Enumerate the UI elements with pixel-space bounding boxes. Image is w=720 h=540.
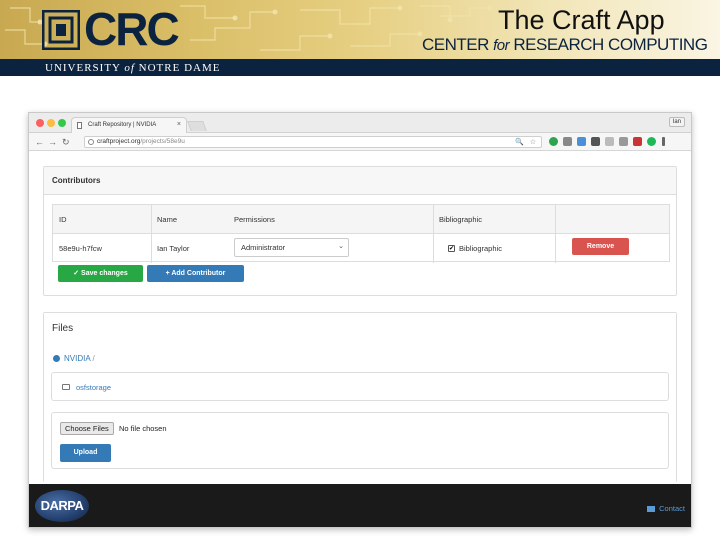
upload-box: Choose Files No file chosen Upload bbox=[51, 412, 669, 469]
column-header-permissions: Permissions bbox=[234, 215, 275, 224]
browser-titlebar: Craft Repository | NVIDIA × Ian bbox=[29, 113, 691, 133]
page-footer: DARPA Contact bbox=[29, 484, 691, 527]
bibliographic-checkbox[interactable]: ✔ bbox=[448, 245, 455, 252]
envelope-icon bbox=[647, 505, 656, 512]
contributor-id: 58e9u-h7fcw bbox=[59, 244, 102, 253]
bookmark-star-icon[interactable]: 🔍 ☆ bbox=[515, 138, 538, 146]
minimize-window-icon[interactable] bbox=[47, 119, 55, 127]
back-icon[interactable]: ← bbox=[35, 136, 44, 148]
chevron-down-icon: ⌄ bbox=[338, 243, 344, 250]
extension-evernote-icon[interactable] bbox=[647, 137, 656, 146]
slide-banner: CRC CENTER for RESEARCH COMPUTING The Cr… bbox=[0, 0, 720, 76]
address-bar[interactable]: craftproject.org/projects/58e9u 🔍 ☆ bbox=[84, 136, 542, 148]
url-host: craftproject.org bbox=[97, 138, 141, 145]
forward-icon[interactable]: → bbox=[48, 136, 57, 148]
add-contributor-button[interactable]: + Add Contributor bbox=[147, 265, 244, 282]
url-path: /projects/58e9u bbox=[140, 138, 185, 145]
extension-red-icon[interactable] bbox=[633, 137, 642, 146]
contact-link[interactable]: Contact bbox=[647, 504, 685, 513]
column-divider bbox=[151, 205, 152, 263]
column-header-name: Name bbox=[157, 215, 178, 224]
bibliographic-label: Bibliographic bbox=[459, 244, 502, 253]
hard-drive-icon bbox=[62, 384, 70, 390]
browser-tab[interactable]: Craft Repository | NVIDIA × bbox=[71, 117, 187, 133]
contributors-panel: Contributors ID Name Permissions Bibliog… bbox=[43, 166, 677, 296]
extension-shield-icon[interactable] bbox=[563, 137, 572, 146]
browser-window: Craft Repository | NVIDIA × Ian ← → ↻ cr… bbox=[28, 112, 692, 528]
university-name: UNIVERSITY of NOTRE DAME bbox=[45, 62, 221, 74]
upload-button[interactable]: Upload bbox=[60, 444, 111, 462]
column-divider bbox=[555, 205, 556, 263]
no-file-label: No file chosen bbox=[119, 424, 167, 433]
crc-logo-icon bbox=[42, 10, 80, 50]
extension-grey-icon[interactable] bbox=[605, 137, 614, 146]
darpa-logo: DARPA bbox=[35, 490, 89, 522]
contributors-table: ID Name Permissions Bibliographic 58e9u-… bbox=[52, 204, 670, 263]
breadcrumb-project-link[interactable]: NVIDIA bbox=[64, 354, 90, 363]
tab-title: Craft Repository | NVIDIA bbox=[88, 122, 157, 128]
save-changes-button[interactable]: ✓ Save changes bbox=[58, 265, 143, 282]
page-content: Contributors ID Name Permissions Bibliog… bbox=[29, 152, 691, 484]
contributor-name: Ian Taylor bbox=[157, 244, 190, 253]
files-heading: Files bbox=[44, 313, 676, 343]
column-header-id: ID bbox=[59, 215, 67, 224]
crc-wordmark: CRC bbox=[84, 3, 180, 55]
storage-name[interactable]: osfstorage bbox=[76, 383, 111, 392]
menu-icon[interactable] bbox=[662, 137, 665, 146]
globe-icon bbox=[53, 355, 60, 362]
column-divider bbox=[433, 205, 434, 263]
profile-button[interactable]: Ian bbox=[668, 117, 685, 127]
extension-blue-icon[interactable] bbox=[577, 137, 586, 146]
storage-row[interactable]: osfstorage bbox=[51, 372, 669, 401]
new-tab-button[interactable] bbox=[187, 121, 207, 131]
permissions-value: Administrator bbox=[241, 243, 286, 252]
maximize-window-icon[interactable] bbox=[58, 119, 66, 127]
reload-icon[interactable]: ↻ bbox=[62, 136, 70, 148]
extension-pocket-icon[interactable] bbox=[619, 137, 628, 146]
table-header bbox=[53, 205, 669, 234]
column-header-bibliographic: Bibliographic bbox=[439, 215, 482, 224]
extension-green-icon[interactable] bbox=[549, 137, 558, 146]
permissions-select[interactable]: Administrator ⌄ bbox=[234, 238, 349, 257]
center-name: CENTER for RESEARCH COMPUTING bbox=[422, 35, 708, 54]
site-info-icon[interactable] bbox=[88, 139, 94, 145]
contributors-heading: Contributors bbox=[44, 167, 676, 195]
tab-close-icon[interactable]: × bbox=[177, 121, 181, 128]
browser-toolbar: ← → ↻ craftproject.org/projects/58e9u 🔍 … bbox=[29, 133, 691, 151]
close-window-icon[interactable] bbox=[36, 119, 44, 127]
remove-contributor-button[interactable]: Remove bbox=[572, 238, 629, 255]
choose-files-button[interactable]: Choose Files bbox=[60, 422, 114, 435]
document-icon bbox=[77, 122, 82, 129]
files-breadcrumb: NVIDIA / bbox=[53, 354, 95, 363]
slide-title: The Craft App bbox=[498, 5, 665, 35]
extension-dark-icon[interactable] bbox=[591, 137, 600, 146]
